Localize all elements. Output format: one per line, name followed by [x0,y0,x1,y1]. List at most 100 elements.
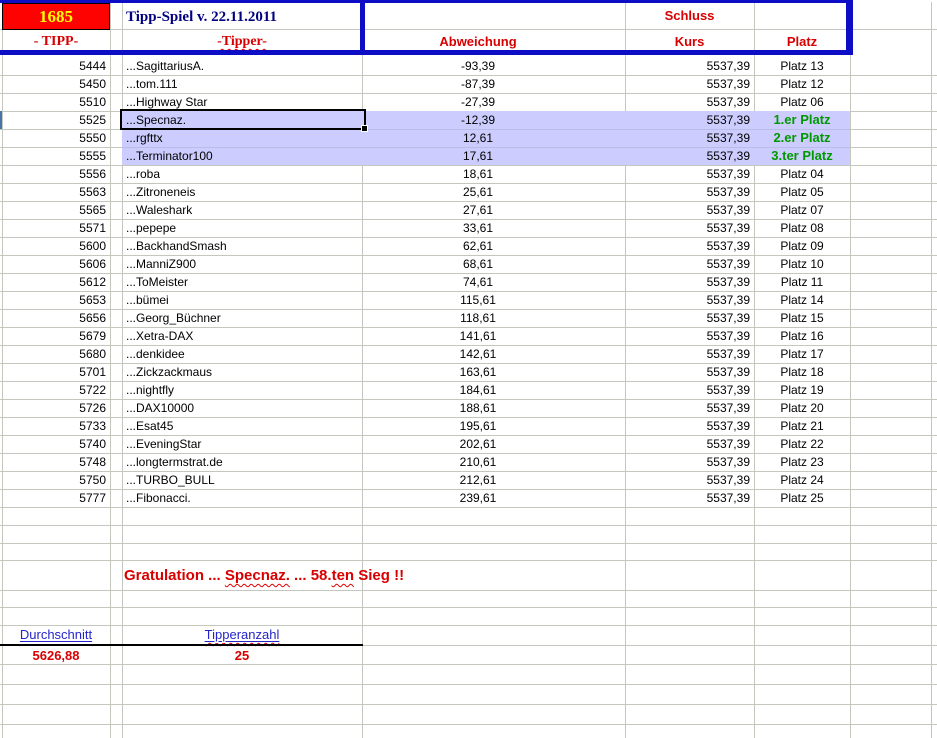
cell-kurs[interactable]: 5537,39 [625,435,750,453]
cell-abweichung[interactable]: 212,61 [362,471,594,489]
cell-tipper[interactable]: ...ManniZ900 [126,255,362,273]
cell-kurs[interactable]: 5537,39 [625,273,750,291]
cell-tipper[interactable]: ...Fibonacci. [126,489,362,507]
cell-tipp[interactable]: 5510 [2,93,106,111]
cell-kurs[interactable]: 5537,39 [625,471,750,489]
cell-tipp[interactable]: 5777 [2,489,106,507]
cell-kurs[interactable]: 5537,39 [625,327,750,345]
cell-platz[interactable]: Platz 14 [754,291,850,309]
fill-handle[interactable] [361,125,368,132]
cell-abweichung[interactable]: -93,39 [362,57,594,75]
cell-abweichung[interactable]: 62,61 [362,237,594,255]
cell-abweichung[interactable]: 68,61 [362,255,594,273]
cell-kurs[interactable]: 5537,39 [625,57,750,75]
cell-platz[interactable]: Platz 12 [754,75,850,93]
cell-tipp[interactable]: 5679 [2,327,106,345]
cell-tipp[interactable]: 5750 [2,471,106,489]
column-header-tipp[interactable]: - TIPP- [2,32,110,52]
cell-tipp[interactable]: 5740 [2,435,106,453]
cell-abweichung[interactable]: 118,61 [362,309,594,327]
cell-platz[interactable]: 1.er Platz [754,111,850,129]
cell-platz[interactable]: Platz 05 [754,183,850,201]
cell-kurs[interactable]: 5537,39 [625,291,750,309]
cell-kurs[interactable]: 5537,39 [625,147,750,165]
cell-tipp[interactable]: 5563 [2,183,106,201]
cell-tipp[interactable]: 5525 [2,111,106,129]
cell-tipp[interactable]: 5748 [2,453,106,471]
cell-abweichung[interactable]: 12,61 [362,129,594,147]
cell-platz[interactable]: Platz 08 [754,219,850,237]
cell-abweichung[interactable]: 27,61 [362,201,594,219]
cell-abweichung[interactable]: 17,61 [362,147,594,165]
cell-abweichung[interactable]: 210,61 [362,453,594,471]
cell-kurs[interactable]: 5537,39 [625,93,750,111]
cell-platz[interactable]: Platz 04 [754,165,850,183]
cell-platz[interactable]: Platz 15 [754,309,850,327]
cell-kurs[interactable]: 5537,39 [625,363,750,381]
cell-tipper[interactable]: ...Waleshark [126,201,362,219]
cell-kurs[interactable]: 5537,39 [625,417,750,435]
tipperanzahl-label[interactable]: Tipperanzahl [122,625,362,645]
cell-tipp[interactable]: 5680 [2,345,106,363]
cell-tipper[interactable]: ...denkidee [126,345,362,363]
cell-tipper[interactable]: ...roba [126,165,362,183]
cell-kurs[interactable]: 5537,39 [625,255,750,273]
cell-tipper[interactable]: ...bümei [126,291,362,309]
cell-tipp[interactable]: 5555 [2,147,106,165]
cell-tipper[interactable]: ...Terminator100 [126,147,362,165]
cell-abweichung[interactable]: 18,61 [362,165,594,183]
cell-platz[interactable]: Platz 24 [754,471,850,489]
cell-platz[interactable]: Platz 06 [754,93,850,111]
cell-platz[interactable]: Platz 16 [754,327,850,345]
cell-platz[interactable]: Platz 13 [754,57,850,75]
cell-tipper[interactable]: ...SagittariusA. [126,57,362,75]
cell-tipp[interactable]: 5733 [2,417,106,435]
cell-tipp[interactable]: 5550 [2,129,106,147]
cell-tipp[interactable]: 5653 [2,291,106,309]
cell-tipper[interactable]: ...Georg_Büchner [126,309,362,327]
cell-platz[interactable]: Platz 19 [754,381,850,399]
cell-abweichung[interactable]: 142,61 [362,345,594,363]
cell-platz[interactable]: Platz 21 [754,417,850,435]
cell-kurs[interactable]: 5537,39 [625,129,750,147]
cell-platz[interactable]: Platz 07 [754,201,850,219]
cell-platz[interactable]: 3.ter Platz [754,147,850,165]
cell-kurs[interactable]: 5537,39 [625,489,750,507]
cell-kurs[interactable]: 5537,39 [625,201,750,219]
column-header-schluss[interactable]: Schluss [625,6,754,26]
cell-tipper[interactable]: ...Zickzackmaus [126,363,362,381]
cell-kurs[interactable]: 5537,39 [625,345,750,363]
cell-tipper[interactable]: ...Esat45 [126,417,362,435]
cell-kurs[interactable]: 5537,39 [625,183,750,201]
cell-abweichung[interactable]: 74,61 [362,273,594,291]
cell-platz[interactable]: Platz 11 [754,273,850,291]
cell-tipp[interactable]: 5600 [2,237,106,255]
cell-tipp[interactable]: 5444 [2,57,106,75]
cell-tipp[interactable]: 5722 [2,381,106,399]
cell-tipp[interactable]: 5656 [2,309,106,327]
cell-abweichung[interactable]: -12,39 [362,111,594,129]
cell-kurs[interactable]: 5537,39 [625,453,750,471]
column-header-abweichung[interactable]: Abweichung [362,32,594,52]
durchschnitt-label[interactable]: Durchschnitt [2,625,110,645]
cell-tipper[interactable]: ...TURBO_BULL [126,471,362,489]
cell-kurs[interactable]: 5537,39 [625,219,750,237]
cell-platz[interactable]: Platz 22 [754,435,850,453]
durchschnitt-value[interactable]: 5626,88 [2,647,110,665]
cell-tipp[interactable]: 5571 [2,219,106,237]
cell-platz[interactable]: 2.er Platz [754,129,850,147]
cell-tipper[interactable]: ...BackhandSmash [126,237,362,255]
cell-tipper[interactable]: ...longtermstrat.de [126,453,362,471]
cell-tipp[interactable]: 5556 [2,165,106,183]
selected-cell-outline[interactable] [120,109,366,130]
cell-tipp[interactable]: 5450 [2,75,106,93]
cell-abweichung[interactable]: 115,61 [362,291,594,309]
cell-tipper[interactable]: ...ToMeister [126,273,362,291]
cell-kurs[interactable]: 5537,39 [625,399,750,417]
cell-tipper[interactable]: ...Xetra-DAX [126,327,362,345]
cell-abweichung[interactable]: -27,39 [362,93,594,111]
cell-abweichung[interactable]: 163,61 [362,363,594,381]
cell-tipper[interactable]: ...tom.111 [126,75,362,93]
tipperanzahl-value[interactable]: 25 [122,647,362,665]
cell-abweichung[interactable]: 33,61 [362,219,594,237]
